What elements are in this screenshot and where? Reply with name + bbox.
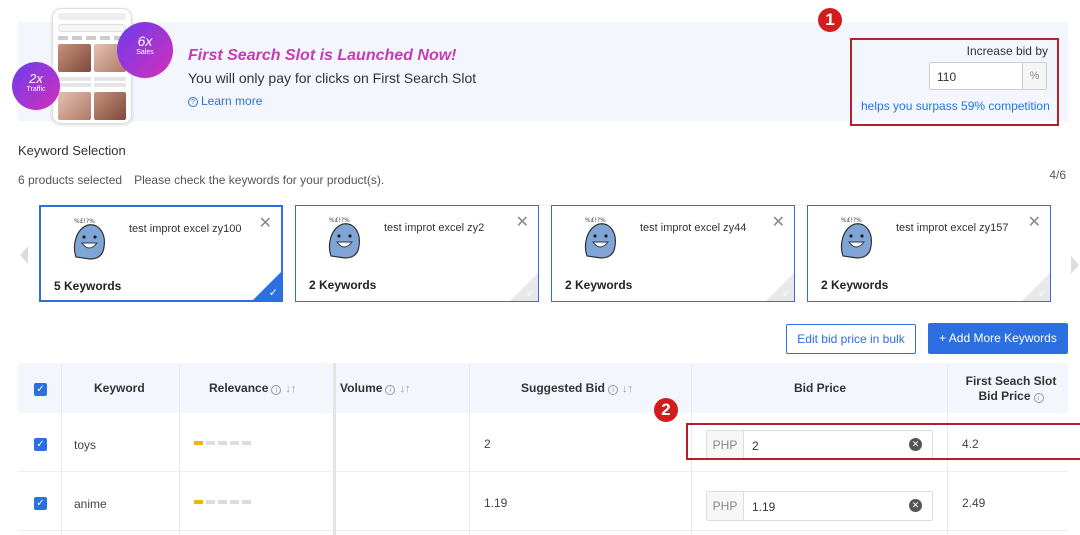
keyword-cell: toys (74, 438, 97, 452)
product-card[interactable]: %£!?% test improt excel zy157 ✕ 2 Keywor… (807, 205, 1051, 302)
increase-bid-input[interactable]: 110 % (929, 62, 1047, 90)
checkmark-icon: ✓ (525, 288, 535, 300)
header-keyword: Keyword (94, 381, 145, 395)
product-name: test improt excel zy157 (896, 222, 1009, 234)
shark-mascot-icon: %£!?% (328, 217, 360, 259)
product-name: test improt excel zy100 (129, 223, 242, 235)
carousel-prev-icon[interactable] (20, 246, 28, 264)
traffic-multiplier-value: 2x (29, 71, 43, 86)
banner-subline: You will only pay for clicks on First Se… (188, 70, 477, 86)
checkmark-icon: ✓ (268, 287, 278, 299)
callout-marker-1: 1 (818, 8, 842, 32)
product-card[interactable]: %£!?% test improt excel zy44 ✕ 2 Keyword… (551, 205, 795, 302)
info-icon: i (271, 385, 282, 395)
phone-preview-image (52, 8, 132, 124)
info-icon: i (608, 385, 619, 395)
product-name: test improt excel zy2 (384, 222, 485, 234)
header-volume[interactable]: Volume i ↓↑ (340, 381, 410, 395)
svg-text:%£!?%: %£!?% (329, 217, 350, 224)
relevance-bar (194, 441, 251, 445)
selection-summary: 6 products selected Please check the keyw… (18, 173, 384, 187)
shark-mascot-icon: %£!?% (584, 217, 616, 259)
keyword-count: 2 Keywords (309, 278, 377, 292)
keyword-count: 2 Keywords (565, 278, 633, 292)
header-first-slot-bid: First Seach Slot Bid Price i (956, 374, 1066, 404)
sales-multiplier-value: 6x (137, 33, 153, 49)
suggested-bid-cell: 1.19 (484, 496, 508, 510)
keyword-count: 5 Keywords (54, 279, 122, 293)
sort-icon[interactable]: ↓↑ (622, 383, 633, 395)
suggested-bid-cell: 2 (484, 437, 491, 451)
header-bid-price: Bid Price (794, 381, 846, 395)
question-icon: ? (188, 97, 198, 107)
surpass-competition-text: helps you surpass 59% competition (861, 99, 1050, 113)
keyword-count: 2 Keywords (821, 278, 889, 292)
page-count: 4/6 (1049, 168, 1066, 182)
close-icon[interactable]: ✕ (259, 213, 272, 233)
close-icon[interactable]: ✕ (516, 212, 529, 232)
first-slot-bid-cell: 2.49 (962, 496, 986, 510)
shark-mascot-icon: %£!?% (840, 217, 872, 259)
header-relevance-label: Relevance (209, 381, 269, 395)
increase-bid-label: Increase bid by (966, 44, 1048, 58)
close-icon[interactable]: ✕ (1028, 212, 1041, 232)
product-name: test improt excel zy44 (640, 222, 747, 234)
edit-bid-bulk-button[interactable]: Edit bid price in bulk (786, 324, 916, 354)
header-bid-price-label: Bid Price (794, 381, 847, 395)
row-checkbox[interactable]: ✓ (34, 438, 47, 451)
sort-icon[interactable]: ↓↑ (399, 383, 410, 395)
checkmark-icon: ✓ (1037, 288, 1047, 300)
highlight-box-bid-price-row (686, 423, 1080, 460)
header-volume-label: Volume (340, 381, 383, 395)
row-checkbox[interactable]: ✓ (34, 497, 47, 510)
bid-price-input[interactable]: PHP 1.19 ✕ (706, 491, 933, 521)
banner-headline: First Search Slot is Launched Now! (188, 47, 457, 64)
header-first-slot-line2: Bid Price (978, 389, 1031, 403)
svg-text:%£!?%: %£!?% (74, 218, 95, 225)
sort-icon[interactable]: ↓↑ (285, 383, 296, 395)
svg-text:%£!?%: %£!?% (585, 217, 606, 224)
learn-more-label: Learn more (201, 94, 263, 108)
sales-multiplier-label: Sales (136, 49, 154, 56)
header-relevance[interactable]: Relevance i ↓↑ (209, 381, 296, 395)
traffic-multiplier-label: Traffic (26, 86, 46, 93)
traffic-multiplier-badge: 2x Traffic (12, 62, 60, 110)
selected-count: 6 products selected (18, 173, 123, 187)
add-keywords-button[interactable]: + Add More Keywords (928, 323, 1068, 354)
svg-text:%£!?%: %£!?% (841, 217, 862, 224)
header-first-slot-line1: First Seach Slot (965, 374, 1057, 388)
shark-mascot-icon: %£!?% (73, 218, 105, 260)
relevance-bar (194, 500, 251, 504)
keyword-cell: anime (74, 497, 107, 511)
increase-bid-value: 110 (937, 70, 957, 84)
header-suggested-bid[interactable]: Suggested Bid i ↓↑ (521, 381, 633, 395)
selection-instruction: Please check the keywords for your produ… (134, 173, 385, 187)
header-keyword-label: Keyword (94, 381, 145, 395)
clear-icon[interactable]: ✕ (909, 499, 922, 512)
close-icon[interactable]: ✕ (772, 212, 785, 232)
select-all-checkbox[interactable]: ✓ (34, 383, 47, 396)
carousel-next-icon[interactable] (1071, 256, 1079, 274)
info-icon: i (385, 385, 396, 395)
bid-price-value: 1.19 (752, 500, 776, 514)
header-suggested-bid-label: Suggested Bid (521, 381, 606, 395)
product-card[interactable]: %£!?% test improt excel zy100 ✕ 5 Keywor… (39, 205, 283, 302)
product-card[interactable]: %£!?% test improt excel zy2 ✕ 2 Keywords… (295, 205, 539, 302)
learn-more-link[interactable]: ? Learn more (188, 94, 262, 108)
keyword-selection-title: Keyword Selection (18, 143, 126, 158)
percent-unit: % (1022, 63, 1046, 89)
sales-multiplier-badge: 6x Sales (117, 22, 173, 78)
callout-marker-2: 2 (654, 398, 678, 422)
currency-label: PHP (707, 492, 744, 520)
info-icon: i (1033, 393, 1044, 403)
checkmark-icon: ✓ (781, 288, 791, 300)
